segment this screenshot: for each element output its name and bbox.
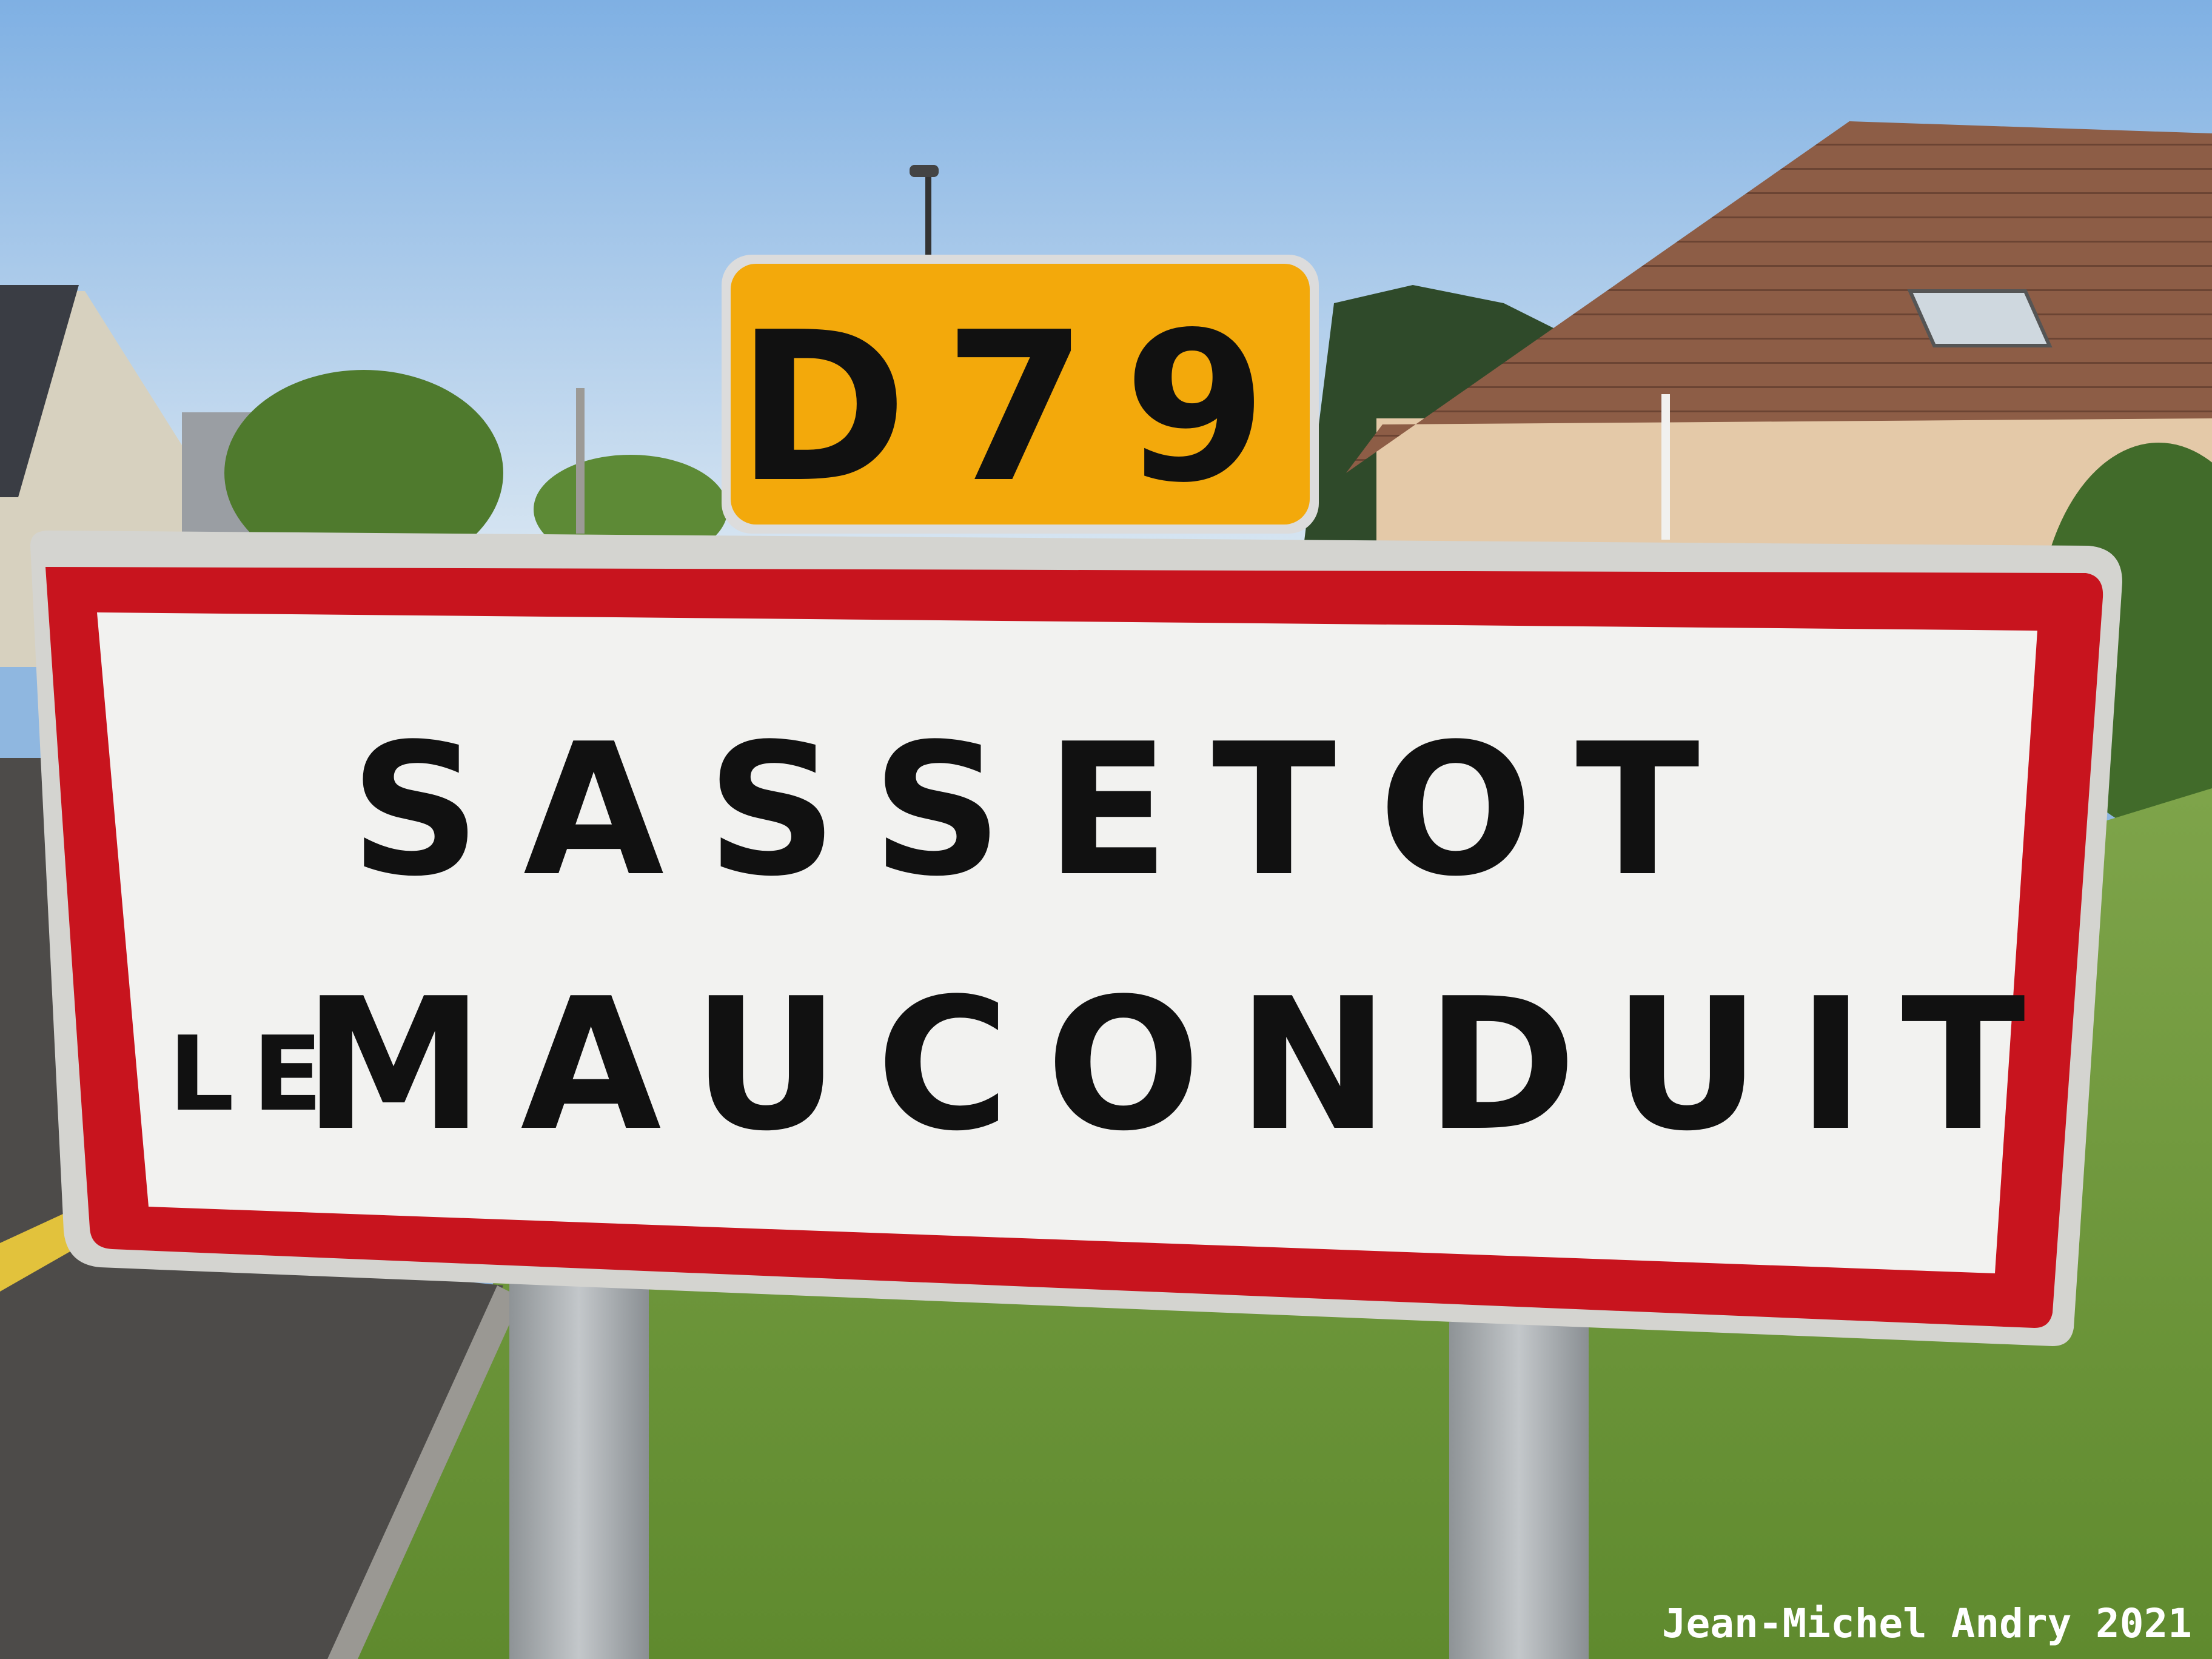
left-sign-post xyxy=(509,1279,649,1659)
sign-line-2-main: MAUCONDUIT xyxy=(303,959,2062,1171)
place-name-sign: SASSETOT LE MAUCONDUIT xyxy=(30,531,2122,1346)
sign-line-1: SASSETOT xyxy=(350,705,1742,916)
photo-credit: Jean-Michel Andry 2021 xyxy=(1662,1600,2192,1647)
scene-svg: D79 SASSETOT LE MAUCONDUIT Jean-Michel A… xyxy=(0,0,2212,1659)
right-sign-post xyxy=(1449,1322,1589,1659)
route-number-plate: D79 xyxy=(722,255,1319,534)
route-number-text: D79 xyxy=(736,288,1303,528)
photo-scene: D79 SASSETOT LE MAUCONDUIT Jean-Michel A… xyxy=(0,0,2212,1659)
utility-pole xyxy=(576,388,585,534)
